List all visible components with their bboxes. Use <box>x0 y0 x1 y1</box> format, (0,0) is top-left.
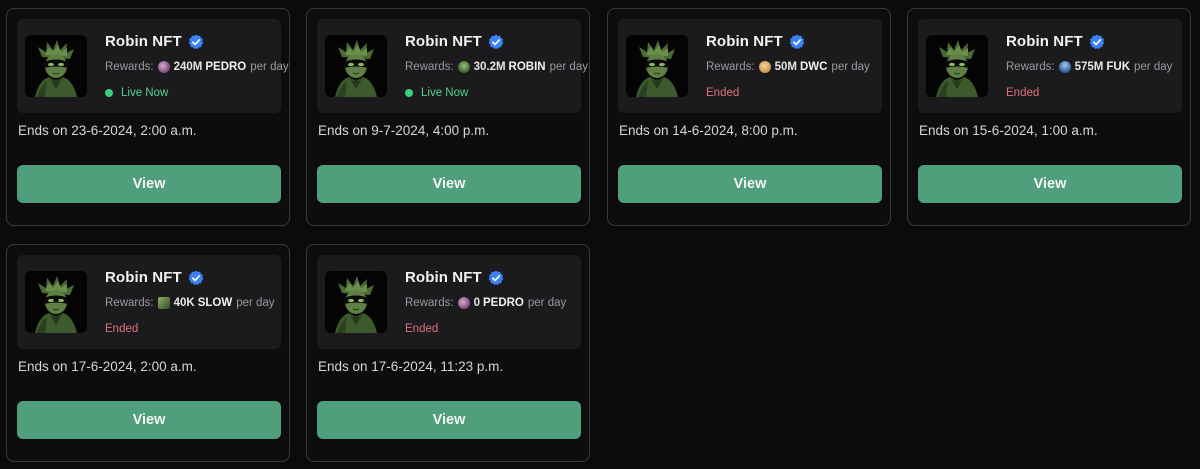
rewards-label: Rewards: <box>105 61 154 73</box>
reward-token: FUK <box>1106 61 1130 73</box>
robin-nft-avatar <box>325 35 387 97</box>
collection-name: Robin NFT <box>105 33 182 50</box>
verified-badge-icon <box>188 270 204 286</box>
rewards-grid: Robin NFT Rewards: 240M PEDRO per day Li… <box>0 0 1200 469</box>
status: Ended <box>1006 87 1039 99</box>
reward-token: ROBIN <box>508 61 546 73</box>
view-button[interactable]: View <box>317 401 581 439</box>
end-date: Ends on 15-6-2024, 1:00 a.m. <box>919 123 1098 138</box>
reward-card: Robin NFT Rewards: 40K SLOW per day Ende… <box>6 244 290 462</box>
verified-badge-icon <box>188 34 204 50</box>
reward-amount: 50M <box>774 61 797 73</box>
rewards-label: Rewards: <box>1006 61 1055 73</box>
rewards-label: Rewards: <box>405 297 454 309</box>
rewards-label: Rewards: <box>706 61 755 73</box>
reward-token: SLOW <box>197 297 233 309</box>
verified-badge-icon <box>789 34 805 50</box>
card-header: Robin NFT Rewards: 575M FUK per day Ende… <box>918 19 1182 113</box>
view-button[interactable]: View <box>618 165 882 203</box>
robin-token-icon <box>457 61 470 73</box>
view-button[interactable]: View <box>317 165 581 203</box>
collection-name: Robin NFT <box>405 269 482 286</box>
dwc-token-icon <box>758 61 771 73</box>
reward-card: Robin NFT Rewards: 30.2M ROBIN per day L… <box>306 8 590 226</box>
rewards-info: Rewards: 575M FUK per day <box>1006 61 1172 73</box>
robin-nft-avatar <box>25 271 87 333</box>
reward-amount: 240M <box>173 61 203 73</box>
card-header: Robin NFT Rewards: 0 PEDRO per day Ended <box>317 255 581 349</box>
status: Live Now <box>405 87 468 99</box>
reward-token: PEDRO <box>205 61 247 73</box>
reward-amount: 30.2M <box>473 61 506 73</box>
status-text: Live Now <box>121 87 169 99</box>
end-date: Ends on 23-6-2024, 2:00 a.m. <box>18 123 197 138</box>
reward-period: per day <box>236 297 275 309</box>
reward-card: Robin NFT Rewards: 240M PEDRO per day Li… <box>6 8 290 226</box>
view-button[interactable]: View <box>17 401 281 439</box>
verified-badge-icon <box>1089 34 1105 50</box>
card-header: Robin NFT Rewards: 240M PEDRO per day Li… <box>17 19 289 113</box>
view-button[interactable]: View <box>17 165 281 203</box>
rewards-info: Rewards: 30.2M ROBIN per day <box>405 61 588 73</box>
card-header: Robin NFT Rewards: 40K SLOW per day Ende… <box>17 255 281 349</box>
view-button[interactable]: View <box>918 165 1182 203</box>
end-date: Ends on 9-7-2024, 4:00 p.m. <box>318 123 490 138</box>
reward-token: DWC <box>799 61 828 73</box>
reward-token: PEDRO <box>482 297 524 309</box>
reward-card: Robin NFT Rewards: 575M FUK per day Ende… <box>907 8 1191 226</box>
reward-card: Robin NFT Rewards: 50M DWC per day Ended… <box>607 8 891 226</box>
robin-nft-avatar <box>626 35 688 97</box>
status: Ended <box>706 87 739 99</box>
reward-amount: 575M <box>1074 61 1104 73</box>
collection-name: Robin NFT <box>1006 33 1083 50</box>
pedro-token-icon <box>457 297 470 309</box>
live-dot-icon <box>405 89 413 97</box>
end-date: Ends on 14-6-2024, 8:00 p.m. <box>619 123 798 138</box>
collection-name: Robin NFT <box>405 33 482 50</box>
robin-nft-avatar <box>325 271 387 333</box>
live-dot-icon <box>105 89 113 97</box>
status: Ended <box>405 323 438 335</box>
verified-badge-icon <box>488 34 504 50</box>
reward-period: per day <box>549 61 588 73</box>
rewards-label: Rewards: <box>105 297 154 309</box>
status-text: Ended <box>706 87 740 99</box>
card-header: Robin NFT Rewards: 50M DWC per day Ended <box>618 19 882 113</box>
rewards-info: Rewards: 0 PEDRO per day <box>405 297 566 309</box>
pedro-token-icon <box>157 61 170 73</box>
rewards-info: Rewards: 50M DWC per day <box>706 61 870 73</box>
end-date: Ends on 17-6-2024, 2:00 a.m. <box>18 359 197 374</box>
rewards-label: Rewards: <box>405 61 454 73</box>
reward-period: per day <box>1134 61 1173 73</box>
rewards-info: Rewards: 40K SLOW per day <box>105 297 275 309</box>
reward-amount: 40K <box>173 297 195 309</box>
collection-name: Robin NFT <box>105 269 182 286</box>
reward-amount: 0 <box>473 297 480 309</box>
robin-nft-avatar <box>926 35 988 97</box>
status-text: Ended <box>105 323 139 335</box>
status-text: Ended <box>405 323 439 335</box>
status: Ended <box>105 323 138 335</box>
status-text: Ended <box>1006 87 1040 99</box>
reward-period: per day <box>250 61 289 73</box>
end-date: Ends on 17-6-2024, 11:23 p.m. <box>318 359 504 374</box>
status: Live Now <box>105 87 168 99</box>
rewards-info: Rewards: 240M PEDRO per day <box>105 61 289 73</box>
collection-name: Robin NFT <box>706 33 783 50</box>
reward-card: Robin NFT Rewards: 0 PEDRO per day Ended… <box>306 244 590 462</box>
slow-token-icon <box>157 297 170 309</box>
reward-period: per day <box>527 297 567 309</box>
verified-badge-icon <box>488 270 504 286</box>
fuk-token-icon <box>1058 61 1071 73</box>
card-header: Robin NFT Rewards: 30.2M ROBIN per day L… <box>317 19 588 113</box>
status-text: Live Now <box>421 87 469 99</box>
reward-period: per day <box>831 61 870 73</box>
robin-nft-avatar <box>25 35 87 97</box>
